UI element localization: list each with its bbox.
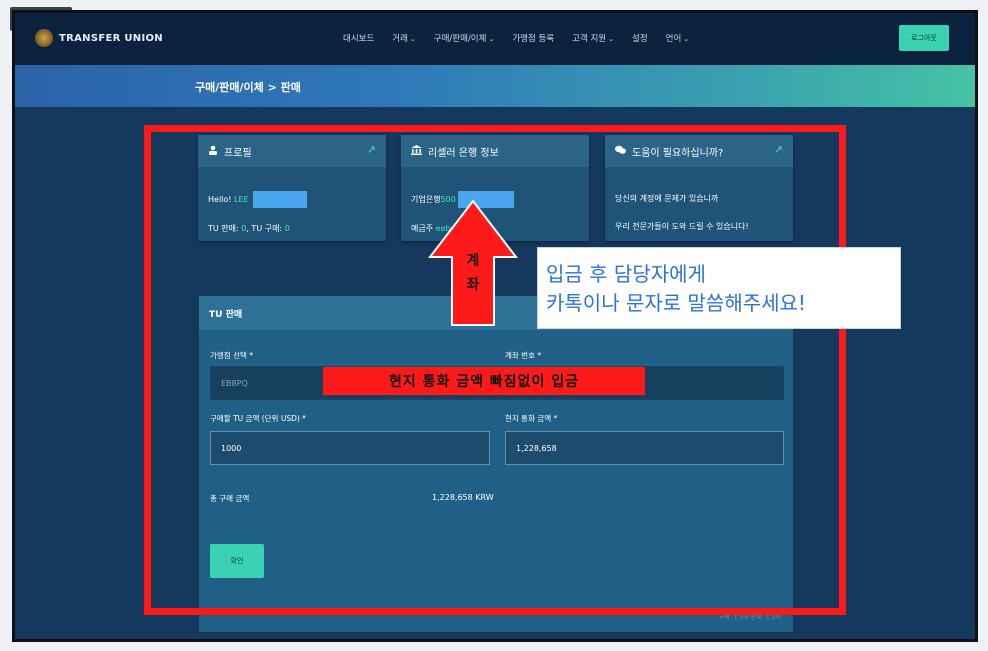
main-menu: 대시보드 거래 ⌄ 구매/판매/이체 ⌄ 가맹점 등록 고객 지원 ⌄ 설정 언어 ⌄ xyxy=(343,32,707,44)
chevron-down-icon: ⌄ xyxy=(409,35,416,43)
logout-button[interactable]: 로그아웃 xyxy=(899,25,949,51)
top-nav: TRANSFER UNION 대시보드 거래 ⌄ 구매/판매/이체 ⌄ 가맹점 등록… xyxy=(15,13,975,65)
browser-viewport: TRANSFER UNION 대시보드 거래 ⌄ 구매/판매/이체 ⌄ 가맹점 등록… xyxy=(12,10,978,642)
callout-line-1: 입금 후 담당자에게 xyxy=(546,262,706,286)
chevron-down-icon: ⌄ xyxy=(683,35,690,43)
menu-merchant-register[interactable]: 가맹점 등록 xyxy=(512,32,554,44)
chevron-down-icon: ⌄ xyxy=(608,35,614,43)
chevron-down-icon: ⌄ xyxy=(488,35,495,43)
callout-line-2: 카톡이나 문자로 말씀해주세요! xyxy=(546,291,806,315)
breadcrumb-band: 구매/판매/이체 > 판매 xyxy=(15,65,975,107)
brand-name: TRANSFER UNION xyxy=(59,32,163,44)
brand-logo-icon xyxy=(35,29,53,47)
menu-settings[interactable]: 설정 xyxy=(632,32,648,44)
brand[interactable]: TRANSFER UNION xyxy=(35,29,163,47)
menu-trade[interactable]: 거래 ⌄ xyxy=(392,32,416,44)
breadcrumb: 구매/판매/이체 > 판매 xyxy=(195,81,301,94)
menu-buy-sell-transfer[interactable]: 구매/판매/이체 ⌄ xyxy=(434,32,495,44)
instruction-callout: 입금 후 담당자에게 카톡이나 문자로 말씀해주세요! xyxy=(537,247,901,329)
arrow-label: 계 좌 xyxy=(466,253,480,293)
menu-language[interactable]: 언어 ⌄ xyxy=(666,32,690,44)
menu-support[interactable]: 고객 지원 ⌄ xyxy=(572,32,614,44)
menu-dashboard[interactable]: 대시보드 xyxy=(343,32,374,44)
